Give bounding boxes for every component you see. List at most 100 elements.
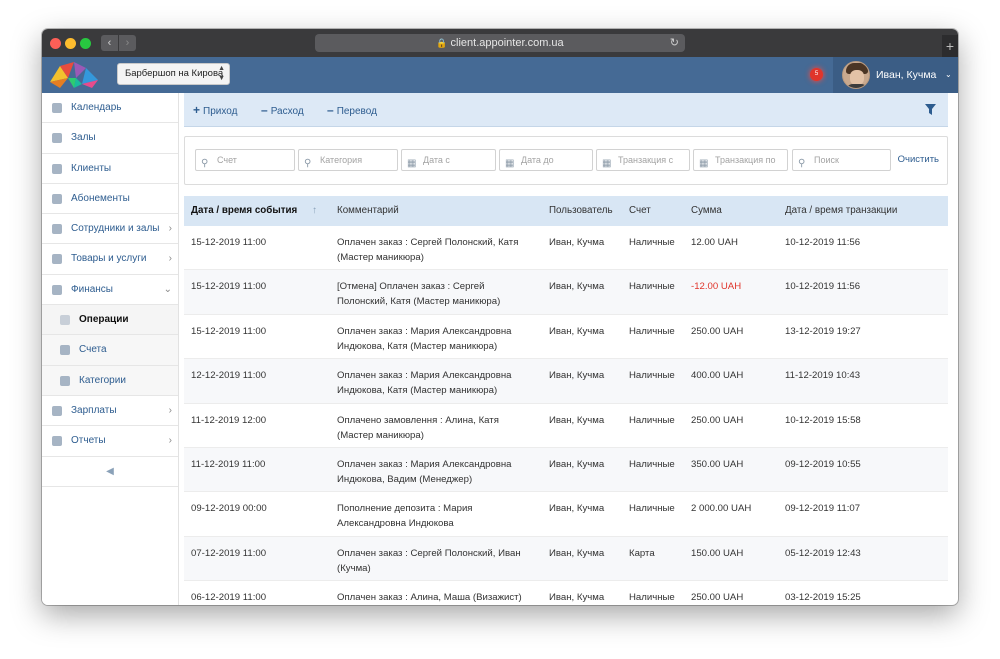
- sidebar-item-subscriptions[interactable]: Абонементы: [42, 184, 178, 215]
- cell-comment-line: Пополнение депозита : Мария: [337, 503, 473, 515]
- cell-transaction-date: 09-12-2019 10:55: [785, 458, 861, 470]
- cell-comment-line: Оплачен заказ : Мария Александровна: [337, 325, 512, 337]
- cell-amount: 350.00 UAH: [691, 458, 744, 470]
- transaction-to-field[interactable]: ▦ Транзакция по: [693, 149, 788, 171]
- new-tab-icon[interactable]: +: [942, 35, 958, 57]
- close-window-button[interactable]: [50, 38, 61, 49]
- back-arrow-icon[interactable]: ‹: [101, 35, 118, 51]
- transaction-from-field[interactable]: ▦ Транзакция с: [596, 149, 690, 171]
- column-user[interactable]: Пользователь: [549, 196, 613, 226]
- sidebar-item-label: Отчеты: [71, 435, 106, 447]
- cell-amount: -12.00 UAH: [691, 281, 742, 293]
- table-row[interactable]: 11-12-2019 11:00 Оплачен заказ : Мария Ал…: [184, 447, 948, 493]
- cell-amount: 150.00 UAH: [691, 547, 744, 559]
- date-to-field[interactable]: ▦ Дата до: [499, 149, 593, 171]
- table-row[interactable]: 15-12-2019 11:00 Оплачен заказ : Сергей П…: [184, 226, 948, 271]
- table-row[interactable]: 15-12-2019 11:00 Оплачен заказ : Мария Ал…: [184, 315, 948, 360]
- maximize-window-button[interactable]: [80, 38, 91, 49]
- sidebar-item-products[interactable]: Товары и услуги ›: [42, 244, 178, 275]
- filter-icon[interactable]: [925, 104, 936, 115]
- cell-comment-line: Оплачено замовлення : Алина, Катя: [337, 414, 499, 426]
- lock-icon: 🔒: [436, 38, 448, 48]
- sidebar-item-clients[interactable]: Клиенты: [42, 154, 178, 184]
- card-icon: [52, 193, 62, 204]
- search-input[interactable]: ⚲ Поиск: [792, 149, 891, 171]
- operations-table: Дата / время события ↑ Комментарий Польз…: [184, 196, 948, 605]
- sidebar-item-halls[interactable]: Залы: [42, 123, 178, 154]
- user-name: Иван, Кучма: [876, 69, 937, 81]
- category-filter[interactable]: ⚲ Категория: [298, 149, 398, 171]
- sidebar-item-reports[interactable]: Отчеты ›: [42, 426, 178, 457]
- column-account[interactable]: Счет: [629, 196, 651, 226]
- avatar: [842, 61, 870, 89]
- add-transfer-button[interactable]: – Перевод: [327, 93, 377, 129]
- address-bar[interactable]: 🔒 client.appointer.com.ua ↻: [315, 34, 685, 52]
- cell-event-date: 15-12-2019 11:00: [191, 237, 267, 248]
- date-from-field[interactable]: ▦ Дата с: [401, 149, 496, 171]
- branch-select[interactable]: Барбершоп на Кирова ▲ ▼: [117, 63, 230, 85]
- cell-account: Наличные: [629, 503, 675, 515]
- reload-icon[interactable]: ↻: [670, 34, 679, 52]
- cell-amount: 12.00 UAH: [691, 237, 738, 248]
- cell-comment: Оплачен заказ : Сергей Полонский, Катя (М…: [337, 235, 518, 265]
- column-comment[interactable]: Комментарий: [337, 196, 399, 226]
- chart-icon: [52, 436, 62, 447]
- sidebar-item-categories[interactable]: Категории: [42, 365, 178, 396]
- filter-panel: ⚲ Счет ⚲ Категория ▦ Дата с ▦ Дата до ▦ Транз…: [184, 136, 948, 185]
- cell-comment: Оплачен заказ : Мария Александровна Индюк…: [337, 324, 512, 354]
- table-row[interactable]: 06-12-2019 11:00 Оплачен заказ : Алина, М…: [184, 581, 948, 605]
- cell-event-date: 11-12-2019 12:00: [191, 414, 267, 426]
- cell-comment-line: (Мастер маникюра): [337, 252, 424, 263]
- sidebar-item-staff[interactable]: Сотрудники и залы ›: [42, 214, 178, 245]
- sidebar-item-label: Зарплаты: [71, 404, 117, 416]
- cell-user: Иван, Кучма: [549, 458, 605, 470]
- search-placeholder: Поиск: [814, 155, 839, 165]
- column-event-date[interactable]: Дата / время события: [191, 196, 297, 226]
- table-row[interactable]: 12-12-2019 11:00 Оплачен заказ : Мария Ал…: [184, 359, 948, 404]
- sidebar-item-salaries[interactable]: Зарплаты ›: [42, 396, 178, 427]
- clear-filters-button[interactable]: Очистить: [898, 149, 939, 171]
- forward-arrow-icon[interactable]: ›: [119, 35, 136, 51]
- table-row[interactable]: 15-12-2019 11:00 [Отмена] Оплачен заказ :…: [184, 270, 948, 315]
- sidebar-item-label: Товары и услуги: [71, 253, 147, 265]
- cell-user: Иван, Кучма: [549, 503, 605, 515]
- cell-user: Иван, Кучма: [549, 325, 605, 337]
- sidebar-item-finance[interactable]: Финансы ⌄: [42, 275, 178, 306]
- cell-transaction-date: 10-12-2019 11:56: [785, 281, 861, 293]
- column-amount[interactable]: Сумма: [691, 196, 722, 226]
- collapse-sidebar-icon[interactable]: ◀: [42, 457, 178, 487]
- cell-user: Иван, Кучма: [549, 547, 605, 559]
- column-transaction-date[interactable]: Дата / время транзакции: [785, 196, 897, 226]
- sidebar-item-accounts[interactable]: Счета: [42, 335, 178, 366]
- cell-user: Иван, Кучма: [549, 237, 605, 248]
- transaction-from-placeholder: Транзакция с: [618, 155, 674, 165]
- notification-badge[interactable]: 5: [810, 68, 823, 81]
- cell-comment-line: (Кучма): [337, 562, 371, 574]
- account-filter[interactable]: ⚲ Счет: [195, 149, 295, 171]
- cell-comment: Оплачен заказ : Сергей Полонский, Иван (К…: [337, 546, 521, 576]
- cell-comment: Оплачен заказ : Мария Александровна Индюк…: [337, 368, 512, 398]
- cell-event-date: 07-12-2019 11:00: [191, 547, 267, 559]
- cell-comment-line: Индюкова, Вадим (Менеджер): [337, 473, 473, 485]
- cell-comment: Пополнение депозита : Мария Александровна…: [337, 501, 473, 531]
- table-row[interactable]: 11-12-2019 12:00 Оплачено замовлення : Ал…: [184, 404, 948, 448]
- cell-transaction-date: 09-12-2019 11:07: [785, 503, 861, 515]
- cell-transaction-date: 10-12-2019 15:58: [785, 414, 861, 426]
- sidebar-item-operations[interactable]: Операции: [42, 305, 178, 336]
- cell-amount: 250.00 UAH: [691, 592, 744, 604]
- sort-up-icon[interactable]: ↑: [312, 196, 317, 226]
- add-expense-button[interactable]: – Расход: [261, 93, 304, 129]
- appointer-logo: [50, 62, 98, 88]
- table-row[interactable]: 07-12-2019 11:00 Оплачен заказ : Сергей П…: [184, 536, 948, 582]
- user-menu[interactable]: Иван, Кучма ⌄: [833, 57, 958, 93]
- sidebar-item-label: Счета: [79, 344, 107, 356]
- add-income-button[interactable]: + Приход: [193, 93, 237, 129]
- minimize-window-button[interactable]: [65, 38, 76, 49]
- minus-icon: –: [261, 103, 268, 117]
- table-row[interactable]: 09-12-2019 00:00 Пополнение депозита : Ма…: [184, 492, 948, 537]
- cell-comment-line: Оплачен заказ : Сергей Полонский, Иван: [337, 547, 521, 559]
- list-icon: [60, 345, 70, 356]
- sidebar-item-calendar[interactable]: Календарь: [42, 93, 178, 124]
- tags-icon: [60, 375, 70, 386]
- calendar-icon: ▦: [505, 158, 515, 169]
